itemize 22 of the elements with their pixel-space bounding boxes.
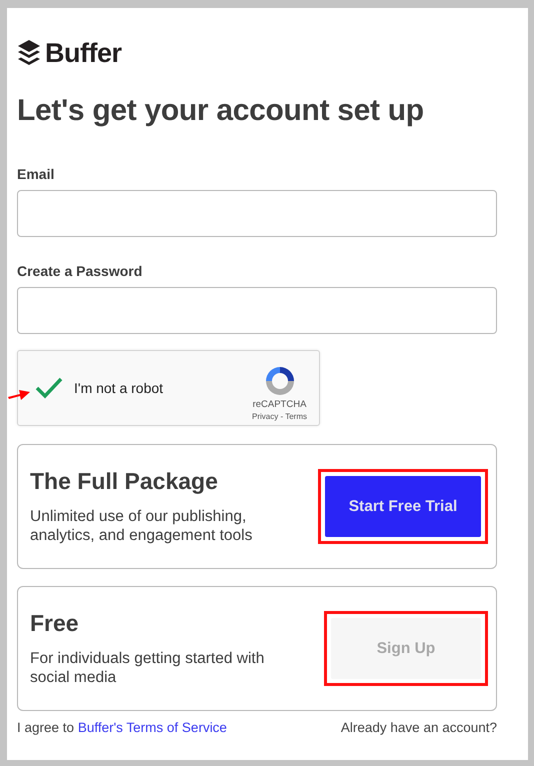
recaptcha-brand: reCAPTCHA <box>252 399 306 410</box>
input-field[interactable] <box>17 287 497 334</box>
brand-name: Buffer <box>45 38 122 68</box>
login-prompt[interactable]: Already have an account? <box>340 720 497 735</box>
checkbox[interactable] <box>34 376 64 400</box>
page-heading: Let's get your account set up <box>17 94 425 128</box>
plan-description: Unlimited use of our publishing, analytics, and engagement tools <box>30 507 254 545</box>
layers-logo-icon <box>17 39 41 67</box>
field-label: Email <box>17 166 56 182</box>
privacy-link[interactable]: Privacy <box>252 412 278 421</box>
plan-description: For individuals getting started with social media <box>30 649 266 687</box>
trial-button[interactable]: Start Free Trial <box>325 476 481 537</box>
recaptcha-icon <box>264 365 296 397</box>
terms-link[interactable]: Buffer's Terms of Service <box>78 720 227 735</box>
terms-agreement: I agree to Buffer's Terms of Service <box>17 720 227 735</box>
link-separator: - <box>280 412 284 421</box>
terms-link[interactable]: Terms <box>285 412 307 421</box>
plan-title: Free <box>30 610 80 637</box>
plan-title: The Full Package <box>30 468 219 495</box>
field-label: Create a Password <box>17 263 144 279</box>
input-field[interactable] <box>17 190 497 237</box>
captcha-label: I'm not a robot <box>74 380 164 396</box>
